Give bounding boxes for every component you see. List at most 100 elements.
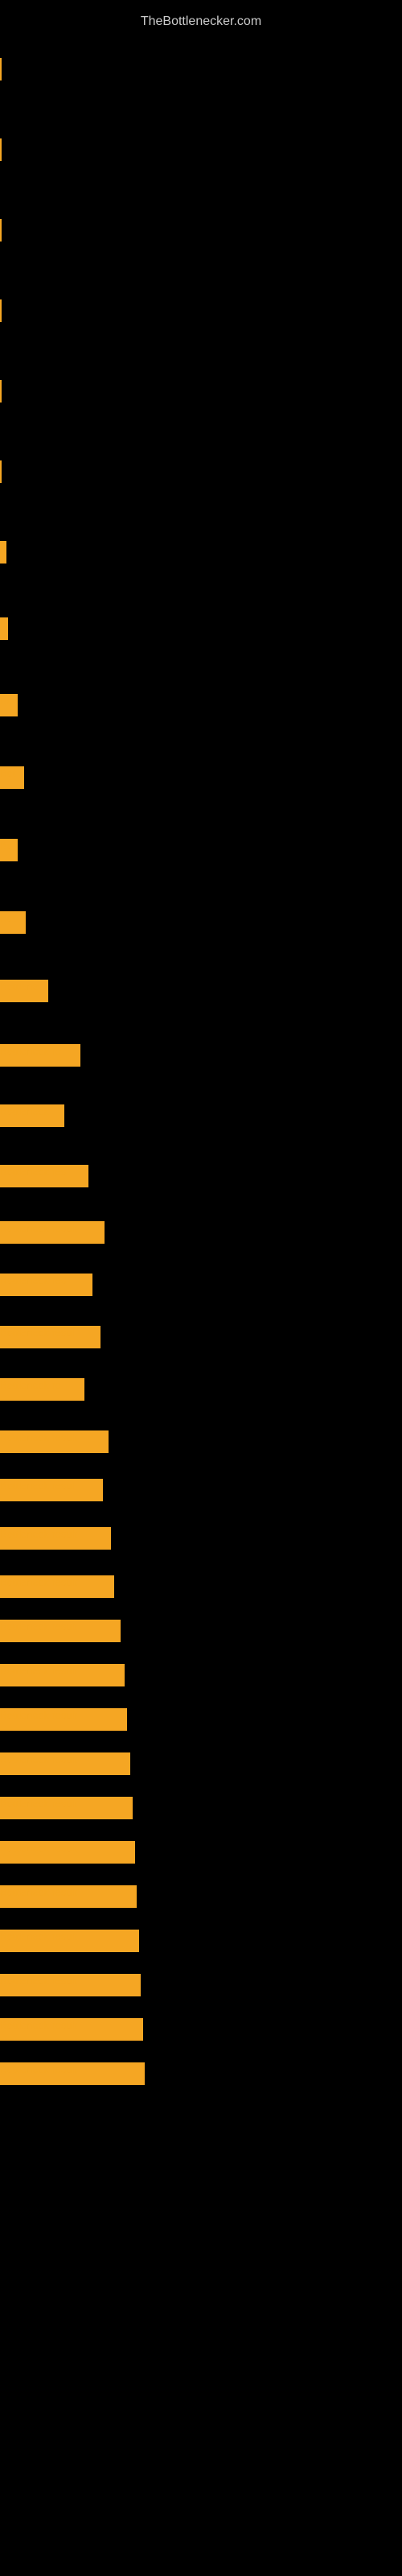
- bar-label: Bottleneck resul: [0, 1480, 78, 1492]
- bar-fill: [0, 460, 2, 483]
- bar-fill: Bo: [0, 694, 18, 716]
- bar-row: Bottleneck re: [0, 1039, 402, 1071]
- bar-label: Bottleneck result: [0, 1431, 80, 1443]
- bar-label: Bottleneck result: [0, 1620, 80, 1633]
- bar-fill: Bottleneck result: [0, 1930, 139, 1952]
- bar-label: B: [0, 542, 10, 554]
- bar-fill: Bottleneck re: [0, 1378, 84, 1401]
- bar-fill: Bo: [0, 839, 18, 861]
- bar-fill: [0, 380, 2, 402]
- bar-label: Bottleneck result: [0, 2063, 80, 2075]
- bar-fill: [0, 219, 2, 242]
- bar-row: [0, 53, 402, 85]
- bar-label: Bottlene: [0, 980, 42, 993]
- bar-fill: Bottleneck result: [0, 1797, 133, 1819]
- bar-label: Bottleneck: [0, 1105, 52, 1117]
- bar-label: Bottleneck res: [0, 1274, 69, 1286]
- bar-row: Bottlene: [0, 975, 402, 1007]
- bar-label: [0, 220, 3, 232]
- bar-label: [0, 461, 3, 473]
- bar-label: Bottleneck result: [0, 1665, 80, 1677]
- bar-row: Bottleneck result: [0, 1615, 402, 1647]
- bar-fill: Bottleneck result: [0, 2018, 143, 2041]
- bar-row: Bo: [0, 834, 402, 866]
- site-title: TheBottlenecker.com: [0, 8, 402, 45]
- bar-label: Bottleneck result: [0, 1709, 80, 1721]
- bar-fill: Bottleneck result: [0, 1841, 135, 1864]
- bar-label: Bottleneck result: [0, 1975, 80, 1987]
- bar-row: Bottleneck result: [0, 1969, 402, 2001]
- bar-fill: Bottleneck result: [0, 1752, 130, 1775]
- bar-fill: Bottleneck result: [0, 1885, 137, 1908]
- bar-row: Bottleneck result: [0, 1522, 402, 1554]
- bar-row: [0, 375, 402, 407]
- bar-row: [0, 134, 402, 166]
- bar-row: Bottleneck result: [0, 1748, 402, 1780]
- bar-label: Bottleneck result: [0, 1753, 80, 1765]
- bar-row: Bottleneck result: [0, 1836, 402, 1868]
- bar-fill: Bottleneck re: [0, 1044, 80, 1067]
- bar-fill: B: [0, 541, 6, 564]
- bar-label: Bottleneck result: [0, 1886, 80, 1898]
- bar-label: Bottleneck result: [0, 1528, 80, 1540]
- bar-row: B: [0, 536, 402, 568]
- bar-label: [0, 381, 3, 393]
- bar-row: Bottleneck result: [0, 1925, 402, 1957]
- bar-row: [0, 295, 402, 327]
- bar-fill: Bottleneck res: [0, 1274, 92, 1296]
- bar-label: [0, 59, 3, 71]
- bar-label: Bo: [0, 695, 16, 707]
- bar-row: Bot: [0, 906, 402, 939]
- bar-fill: [0, 299, 2, 322]
- bar-label: Bottleneck re: [0, 1045, 64, 1057]
- bar-row: Bot: [0, 762, 402, 794]
- bar-label: Bottleneck result: [0, 1576, 80, 1588]
- bar-row: Bottleneck result: [0, 1880, 402, 1913]
- bar-fill: Bottleneck result: [0, 1664, 125, 1686]
- bar-fill: Bottleneck result: [0, 2062, 145, 2085]
- bar-fill: Bottleneck result: [0, 1430, 109, 1453]
- bar-fill: B: [0, 617, 8, 640]
- bar-row: Bottleneck result: [0, 1571, 402, 1603]
- bar-label: Bottleneck result: [0, 1930, 80, 1942]
- bar-row: Bottleneck result: [0, 2013, 402, 2046]
- bar-fill: Bot: [0, 766, 24, 789]
- bar-row: Bottleneck result: [0, 1659, 402, 1691]
- bar-label: Bottleneck res: [0, 1166, 69, 1178]
- bar-fill: Bottleneck result: [0, 1575, 114, 1598]
- bar-row: Bottleneck: [0, 1100, 402, 1132]
- bar-row: Bottleneck result: [0, 2058, 402, 2090]
- main-container: TheBottlenecker.com BBBoBotBoBotBottlene…: [0, 0, 402, 2576]
- bar-row: B: [0, 613, 402, 645]
- bar-fill: Bottleneck res: [0, 1165, 88, 1187]
- bar-row: Bottleneck result: [0, 1792, 402, 1824]
- bar-fill: Bottleneck result: [0, 1527, 111, 1550]
- bar-fill: Bottleneck: [0, 1104, 64, 1127]
- bars-section: BBBoBotBoBotBottleneBottleneck reBottlen…: [0, 45, 402, 2110]
- bar-label: [0, 139, 3, 151]
- bar-label: Bo: [0, 840, 16, 852]
- bar-label: Bottleneck resul: [0, 1327, 78, 1339]
- bar-row: Bottleneck result: [0, 1216, 402, 1249]
- bar-fill: Bottleneck result: [0, 1708, 127, 1731]
- bar-label: B: [0, 618, 10, 630]
- bar-fill: Bottleneck resul: [0, 1326, 100, 1348]
- bar-row: Bottleneck resul: [0, 1474, 402, 1506]
- bar-row: [0, 456, 402, 488]
- bar-fill: [0, 58, 2, 80]
- bar-fill: Bottlene: [0, 980, 48, 1002]
- bar-row: Bottleneck result: [0, 1426, 402, 1458]
- bar-row: Bottleneck re: [0, 1373, 402, 1406]
- bar-row: Bo: [0, 689, 402, 721]
- bar-fill: Bottleneck resul: [0, 1479, 103, 1501]
- bar-fill: [0, 138, 2, 161]
- bar-label: Bottleneck re: [0, 1379, 64, 1391]
- bar-label: Bottleneck result: [0, 1842, 80, 1854]
- bar-label: Bottleneck result: [0, 2019, 80, 2031]
- bar-row: Bottleneck result: [0, 1703, 402, 1736]
- bar-row: [0, 214, 402, 246]
- bar-fill: Bottleneck result: [0, 1620, 121, 1642]
- bar-label: Bot: [0, 912, 19, 924]
- bar-label: Bottleneck result: [0, 1222, 80, 1234]
- bar-fill: Bot: [0, 911, 26, 934]
